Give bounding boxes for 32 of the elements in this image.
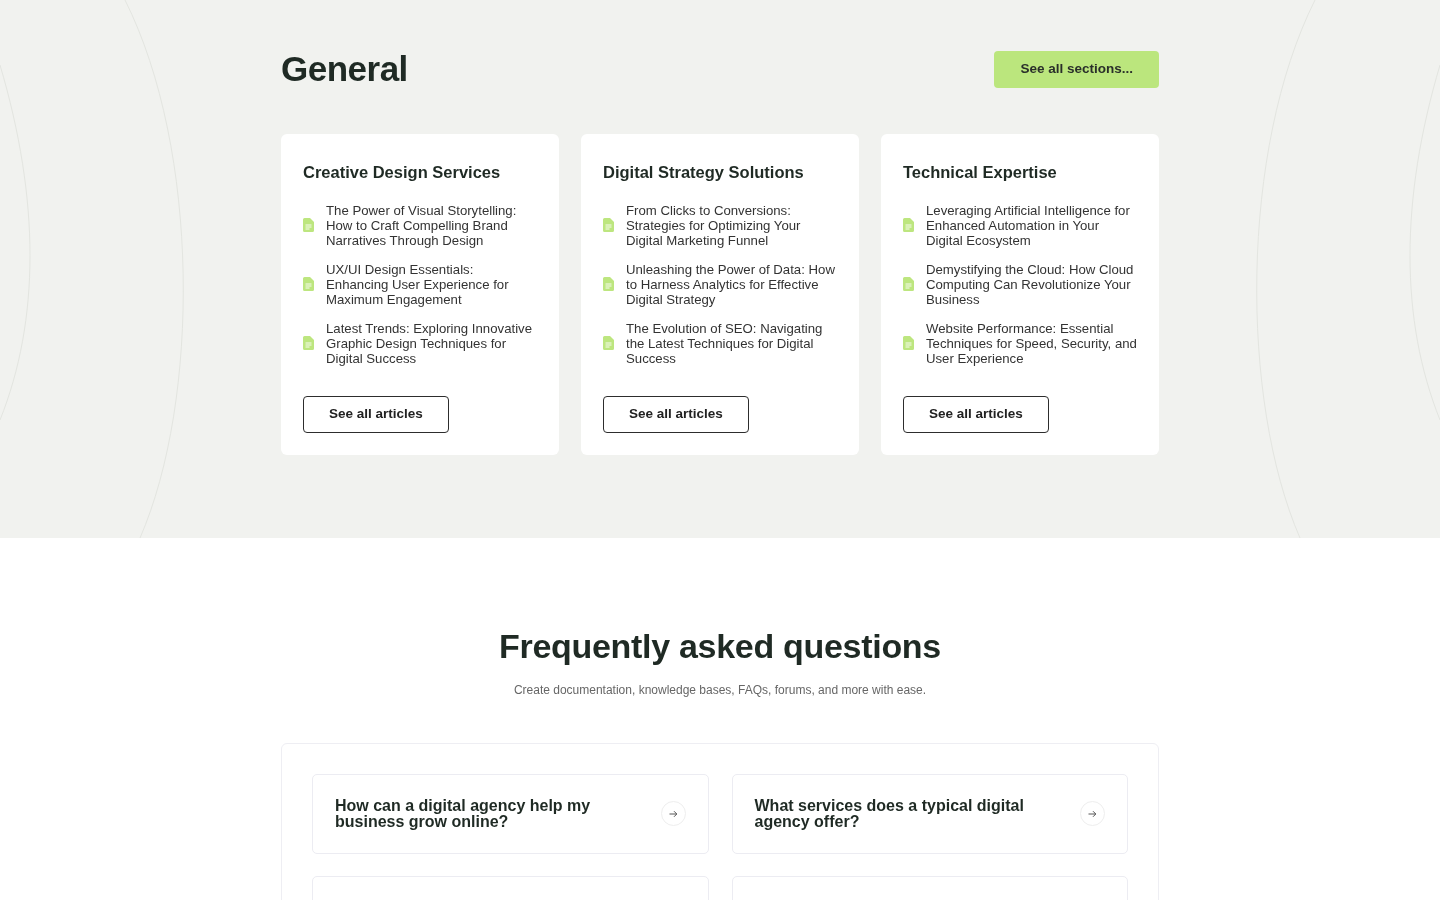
document-icon xyxy=(303,218,314,233)
article-link[interactable]: Demystifying the Cloud: How Cloud Computing Can Revolutionize Your Business xyxy=(926,261,1137,307)
faq-question: How can a digital agency help my business grow online? xyxy=(335,797,592,830)
see-all-articles-button[interactable]: See all articles xyxy=(603,395,749,433)
faq-subtitle: Create documentation, knowledge bases, FAQs, forums, and more with ease. xyxy=(512,681,928,699)
document-icon xyxy=(603,218,614,233)
see-all-sections-button[interactable]: See all sections... xyxy=(994,50,1159,88)
document-icon xyxy=(603,277,614,292)
document-icon xyxy=(603,336,614,351)
document-icon xyxy=(903,218,914,233)
article-link[interactable]: Website Performance: Essential Techniques for Speed, Security, and User Experience xyxy=(926,320,1137,366)
faq-title: Frequently asked questions xyxy=(498,626,942,667)
document-icon xyxy=(303,336,314,351)
section-title: General xyxy=(281,48,408,90)
article-link[interactable]: The Evolution of SEO: Navigating the Latest Techniques for Digital Success xyxy=(626,320,837,366)
category-title: Digital Strategy Solutions xyxy=(603,162,805,183)
category-title: Technical Expertise xyxy=(903,162,1058,183)
article-link[interactable]: From Clicks to Conversions: Strategies for Optimizing Your Digital Marketing Funnel xyxy=(626,202,837,248)
faq-card[interactable]: What services does a typical digital agency offer? xyxy=(731,773,1128,854)
category-title: Creative Design Services xyxy=(303,162,502,183)
faq-question: What services does a typical digital agency offer? xyxy=(754,797,1025,830)
article-link[interactable]: The Power of Visual Storytelling: How to Craft Compelling Brand Narratives Through Design xyxy=(326,202,537,248)
document-icon xyxy=(303,277,314,292)
article-link[interactable]: Leveraging Artificial Intelligence for Enhanced Automation in Your Digital Ecosystem xyxy=(926,202,1137,248)
see-all-articles-button[interactable]: See all articles xyxy=(303,395,449,433)
document-icon xyxy=(903,336,914,351)
article-link[interactable]: Unleashing the Power of Data: How to Harness Analytics for Effective Digital Strategy xyxy=(626,261,837,307)
see-all-articles-button[interactable]: See all articles xyxy=(903,395,1049,433)
faq-card[interactable]: How can a digital agency help my business grow online? xyxy=(312,773,709,854)
article-link[interactable]: Latest Trends: Exploring Innovative Graphic Design Techniques for Digital Success xyxy=(326,320,537,366)
article-link[interactable]: UX/UI Design Essentials: Enhancing User Experience for Maximum Engagement xyxy=(326,261,537,307)
document-icon xyxy=(903,277,914,292)
